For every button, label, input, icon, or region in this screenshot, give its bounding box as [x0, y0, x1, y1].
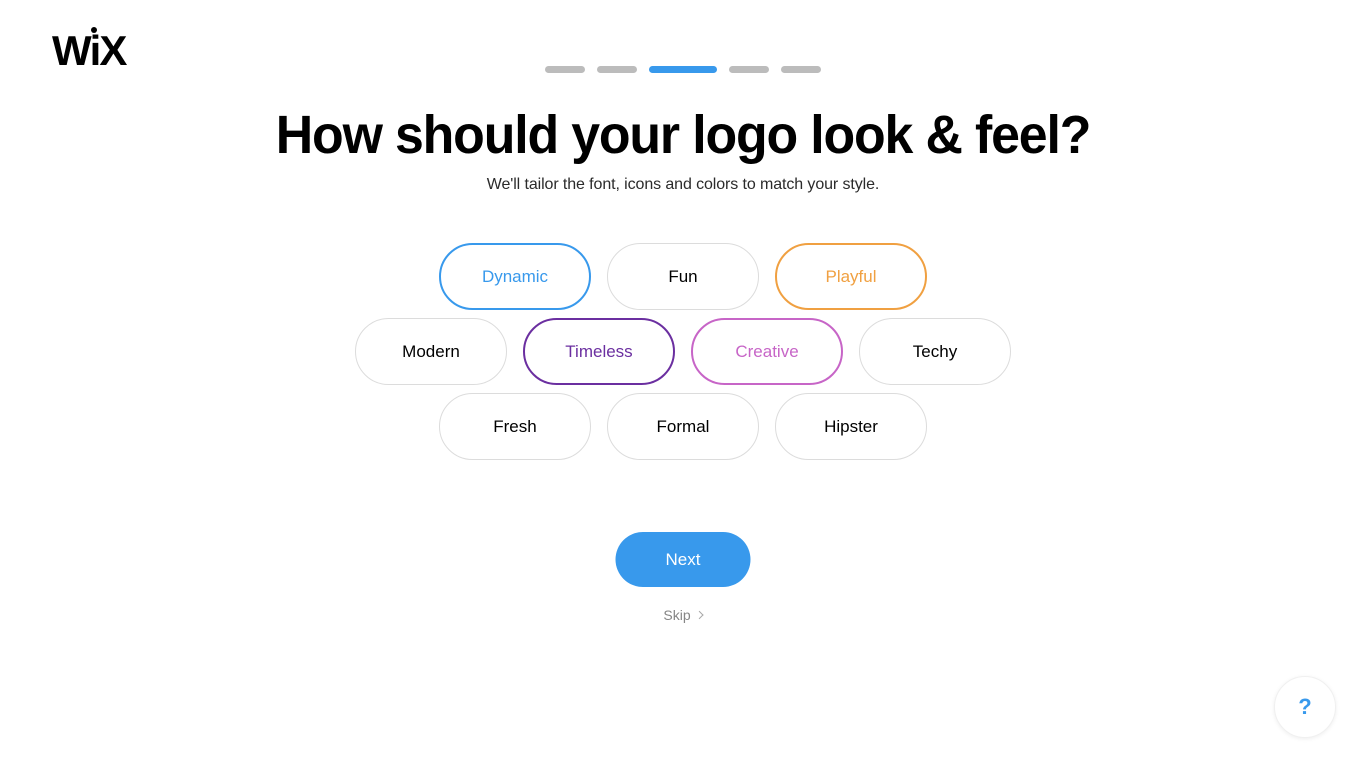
progress-segment-3: [649, 66, 717, 73]
chip-playful[interactable]: Playful: [775, 243, 927, 310]
chip-techy[interactable]: Techy: [859, 318, 1011, 385]
chip-modern[interactable]: Modern: [355, 318, 507, 385]
chip-creative[interactable]: Creative: [691, 318, 843, 385]
progress-indicator: [0, 66, 1366, 73]
chip-dynamic[interactable]: Dynamic: [439, 243, 591, 310]
progress-segment-5: [781, 66, 821, 73]
help-button[interactable]: ?: [1274, 676, 1336, 738]
skip-link[interactable]: Skip: [663, 607, 704, 623]
page-subtitle: We'll tailor the font, icons and colors …: [486, 176, 880, 193]
skip-label: Skip: [663, 607, 691, 623]
chip-row-2: Modern Timeless Creative Techy: [355, 318, 1011, 385]
progress-segment-2: [597, 66, 637, 73]
style-chip-group: Dynamic Fun Playful Modern Timeless Creative T…: [0, 243, 1366, 460]
progress-segment-1: [545, 66, 585, 73]
chip-row-1: Dynamic Fun Playful: [439, 243, 927, 310]
next-button[interactable]: Next: [615, 532, 751, 587]
question-mark-icon: ?: [1298, 694, 1312, 719]
chevron-right-icon: [695, 610, 704, 620]
chip-hipster[interactable]: Hipster: [775, 393, 927, 460]
progress-segment-4: [729, 66, 769, 73]
page-title: How should your logo look & feel?: [275, 105, 1092, 165]
chip-formal[interactable]: Formal: [607, 393, 759, 460]
chip-fresh[interactable]: Fresh: [439, 393, 591, 460]
chip-fun[interactable]: Fun: [607, 243, 759, 310]
chip-timeless[interactable]: Timeless: [523, 318, 675, 385]
chip-row-3: Fresh Formal Hipster: [439, 393, 927, 460]
